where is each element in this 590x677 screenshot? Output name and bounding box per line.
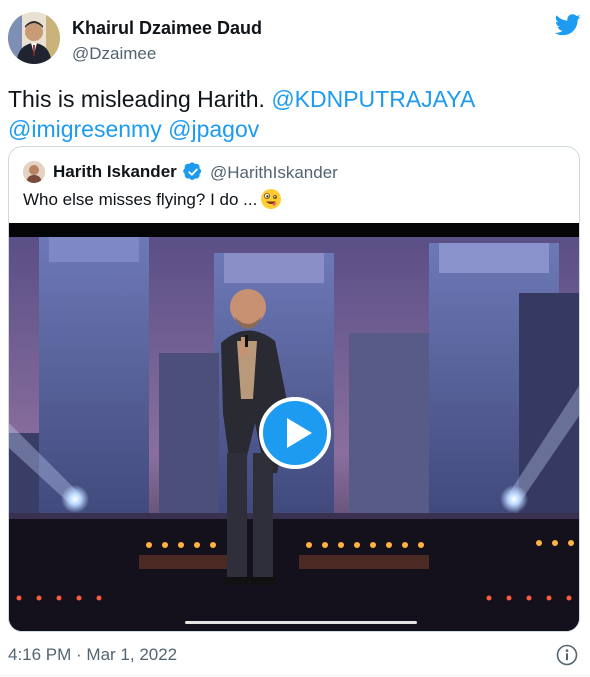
mention-link[interactable]: @imigresenmy xyxy=(8,116,162,142)
info-icon[interactable] xyxy=(556,644,578,666)
quoted-tweet[interactable]: Harith Iskander @HarithIskander Who else… xyxy=(8,146,580,632)
author-name[interactable]: Khairul Dzaimee Daud xyxy=(72,18,262,39)
mention-link[interactable]: @jpagov xyxy=(168,116,259,142)
tweet-timestamp[interactable]: 4:16 PM · Mar 1, 2022 xyxy=(8,645,177,665)
video-progress-bar[interactable] xyxy=(185,621,417,624)
zany-face-icon xyxy=(261,189,281,209)
quoted-author-name[interactable]: Harith Iskander xyxy=(53,162,177,182)
divider xyxy=(0,675,590,676)
quoted-author-handle[interactable]: @HarithIskander xyxy=(210,163,338,183)
mention-link[interactable]: @KDNPUTRAJAYA xyxy=(271,86,475,112)
quoted-tweet-text: Who else misses flying? I do ... xyxy=(23,190,258,209)
verified-badge-icon xyxy=(183,162,202,180)
author-avatar[interactable] xyxy=(8,12,60,64)
author-handle[interactable]: @Dzaimee xyxy=(72,44,156,64)
play-icon[interactable] xyxy=(258,396,332,470)
quoted-author-avatar[interactable] xyxy=(23,161,45,183)
tweet-card: Khairul Dzaimee Daud @Dzaimee This is mi… xyxy=(0,0,590,677)
tweet-text: This is misleading Harith. @KDNPUTRAJAYA… xyxy=(8,84,568,144)
tweet-text-body: This is misleading Harith. xyxy=(8,86,272,112)
twitter-bird-icon[interactable] xyxy=(555,14,581,36)
